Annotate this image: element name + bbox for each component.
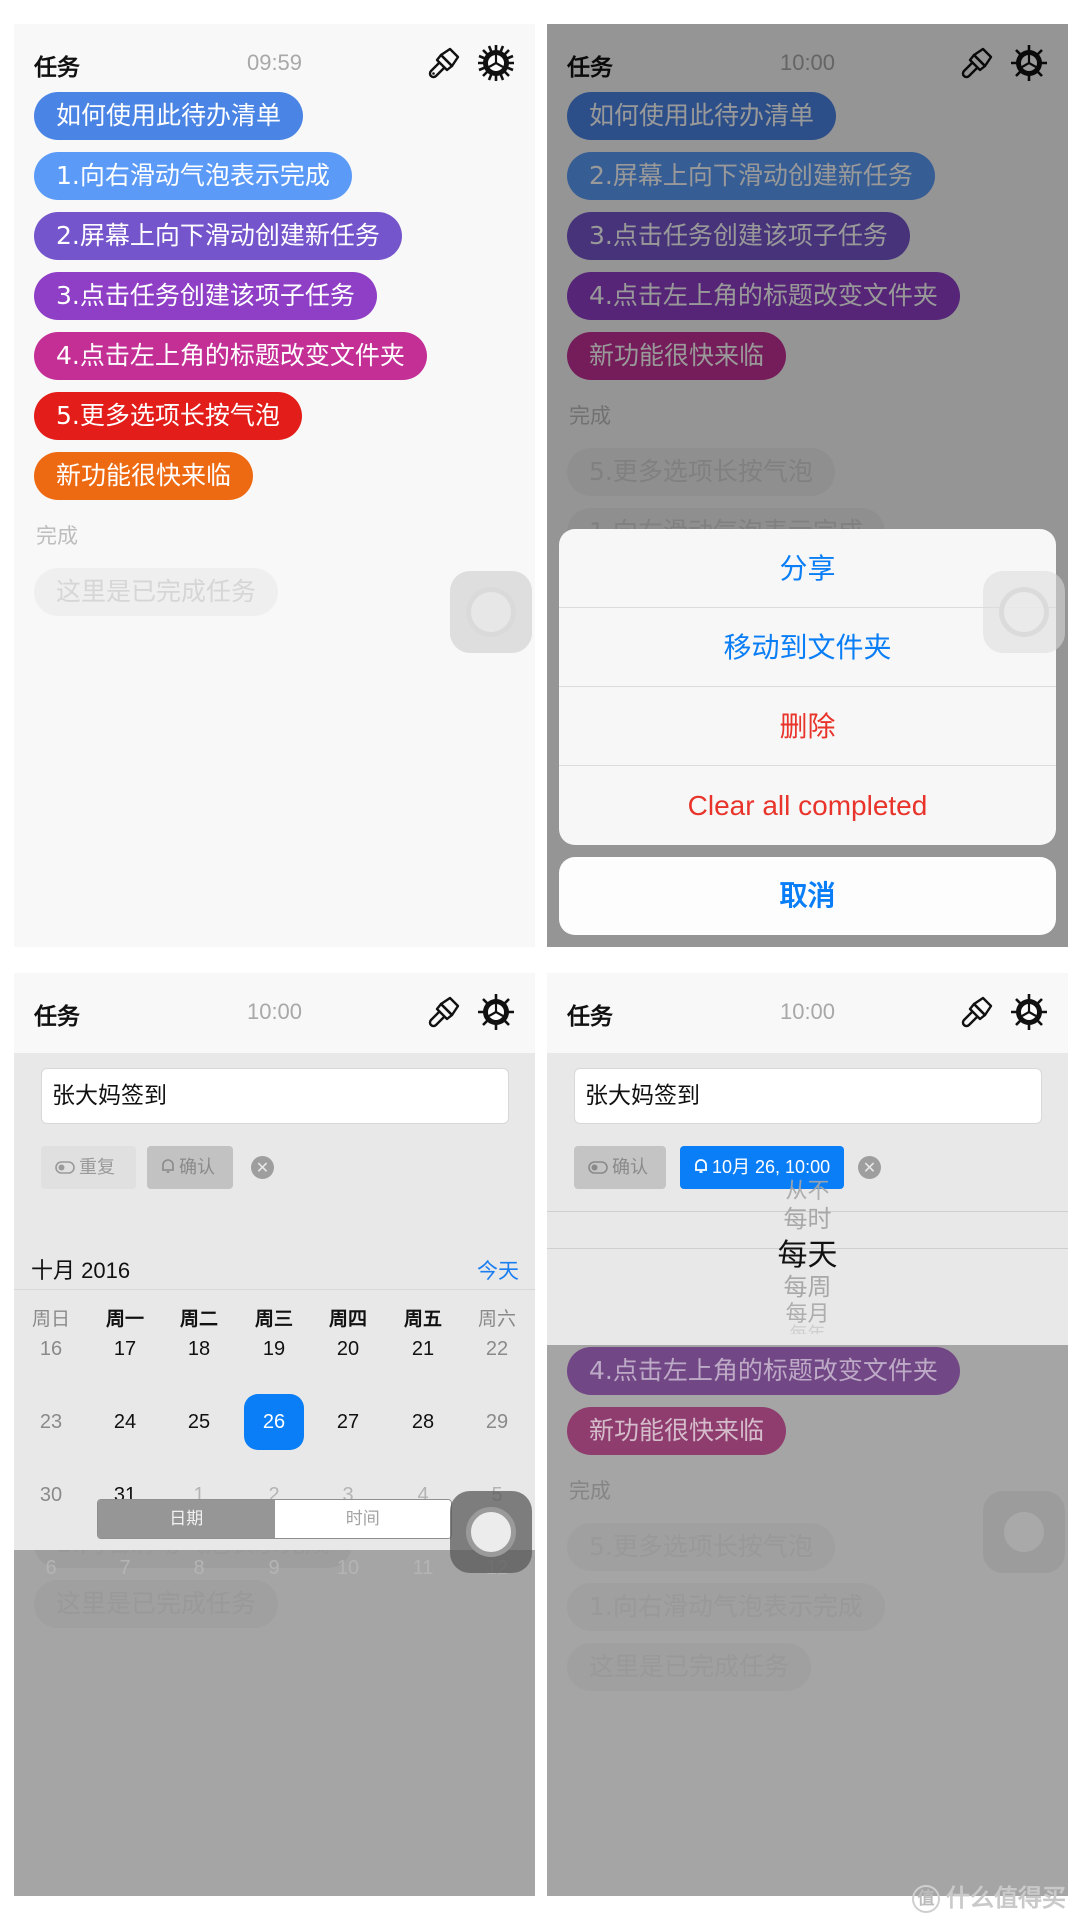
calendar-month-label: 十月 2016 — [31, 1258, 131, 1283]
calendar-day[interactable]: 11 — [393, 1540, 453, 1596]
done-task-bubble[interactable]: 这里是已完成任务 — [34, 568, 279, 616]
task-title-input[interactable]: 张大妈签到 — [41, 1068, 509, 1124]
calendar-day[interactable]: 18 — [169, 1321, 229, 1377]
app-header: 任务 10:00 — [547, 973, 1068, 1053]
calendar-day[interactable]: 20 — [318, 1321, 378, 1377]
task-bubble[interactable]: 新功能很快来临 — [34, 452, 254, 500]
paintbrush-icon[interactable] — [427, 995, 461, 1029]
app-header: 任务 10:00 — [14, 973, 535, 1053]
move-to-folder-action[interactable]: 移动到文件夹 — [559, 608, 1056, 687]
assistive-touch-button[interactable] — [983, 571, 1065, 653]
cancel-button[interactable]: 取消 — [559, 857, 1056, 935]
calendar-day[interactable]: 17 — [95, 1321, 155, 1377]
assistive-touch-icon — [999, 1507, 1049, 1557]
calendar-day-selected[interactable]: 26 — [244, 1394, 304, 1450]
calendar-day[interactable]: 30 — [21, 1467, 81, 1523]
gear-icon[interactable] — [1010, 993, 1048, 1031]
delete-action[interactable]: 删除 — [559, 687, 1056, 766]
repeat-chip[interactable]: 重复 — [41, 1146, 136, 1189]
calendar-day[interactable]: 19 — [244, 1321, 304, 1377]
task-title-input[interactable]: 张大妈签到 — [574, 1068, 1042, 1124]
calendar-day[interactable]: 24 — [95, 1394, 155, 1450]
clear-all-completed-action[interactable]: Clear all completed — [559, 766, 1056, 845]
calendar-day[interactable]: 16 — [21, 1321, 81, 1377]
paintbrush-icon[interactable] — [427, 46, 461, 80]
calendar-day[interactable]: 23 — [21, 1394, 81, 1450]
calendar-day[interactable]: 21 — [393, 1321, 453, 1377]
calendar-day[interactable]: 29 — [467, 1394, 527, 1450]
screen-repeat-picker: 任务 10:00 4.点击左上角的标题改变文件夹 新功能很快来临 完成 5.更多… — [547, 973, 1068, 1896]
toggle-icon — [55, 1147, 75, 1190]
action-sheet: 分享 移动到文件夹 删除 Clear all completed — [559, 529, 1056, 845]
task-editor: 张大妈签到 重复 确认 ✕ 十月 2016 今天 周日 周一 周二 周三 周四 周五 周六 … — [14, 1053, 535, 1579]
task-bubble[interactable]: 3.点击任务创建该项子任务 — [34, 272, 377, 320]
calendar-day[interactable]: 8 — [169, 1540, 229, 1596]
calendar-day[interactable]: 25 — [169, 1394, 229, 1450]
task-bubble[interactable]: 1.向右滑动气泡表示完成 — [34, 152, 352, 200]
watermark: 值什么值得买 — [912, 1878, 1066, 1913]
calendar-day[interactable]: 6 — [21, 1540, 81, 1596]
done-section-label: 完成 — [569, 1479, 611, 1503]
calendar-day[interactable]: 10 — [318, 1540, 378, 1596]
gear-icon[interactable] — [477, 993, 515, 1031]
paintbrush-icon[interactable] — [960, 995, 994, 1029]
segment-date[interactable]: 日期 — [98, 1500, 275, 1538]
assistive-touch-icon — [466, 1507, 516, 1557]
assistive-touch-icon — [999, 587, 1049, 637]
dimmed-list-background: 1.向右滑动气泡表示完成 这里是已完成任务 — [14, 1520, 535, 1896]
task-bubble[interactable]: 如何使用此待办清单 — [34, 92, 304, 140]
screen-task-list: 任务 09:59 如何使用此待办清单 1.向右滑动气泡表示完成 2.屏幕上向下滑… — [14, 24, 535, 947]
screen-date-picker: 任务 10:00 1.向右滑动气泡表示完成 这里是已完成任务 张大妈签到 重复 … — [14, 973, 535, 1896]
watermark-logo-icon: 值 — [912, 1885, 940, 1913]
reminder-chip-label: 确认 — [179, 1157, 215, 1178]
assistive-touch-icon — [466, 587, 516, 637]
today-button[interactable]: 今天 — [477, 1255, 519, 1285]
clear-reminder-button[interactable]: ✕ — [251, 1156, 274, 1179]
gear-icon[interactable] — [477, 44, 515, 82]
bell-icon — [161, 1147, 175, 1190]
done-task-bubble: 这里是已完成任务 — [567, 1643, 812, 1691]
done-task-bubble: 1.向右滑动气泡表示完成 — [567, 1583, 885, 1631]
assistive-touch-button[interactable] — [983, 1491, 1065, 1573]
date-time-segmented-control: 日期 时间 — [97, 1499, 452, 1539]
calendar-day[interactable]: 7 — [95, 1540, 155, 1596]
picker-option[interactable]: 每年 — [547, 1320, 1068, 1334]
reminder-chip[interactable]: 确认 — [147, 1146, 233, 1189]
calendar-day[interactable]: 22 — [467, 1321, 527, 1377]
task-bubble: 4.点击左上角的标题改变文件夹 — [567, 1347, 960, 1395]
done-section-label: 完成 — [36, 524, 78, 548]
calendar-day[interactable]: 28 — [393, 1394, 453, 1450]
calendar-day[interactable]: 27 — [318, 1394, 378, 1450]
task-bubble[interactable]: 4.点击左上角的标题改变文件夹 — [34, 332, 427, 380]
screen-action-sheet: 任务 10:00 如何使用此待办清单 2.屏幕上向下滑动创建新任务 3.点击任务… — [547, 24, 1068, 947]
segment-time[interactable]: 时间 — [274, 1500, 451, 1538]
task-bubble[interactable]: 2.屏幕上向下滑动创建新任务 — [34, 212, 402, 260]
task-bubble: 新功能很快来临 — [567, 1407, 787, 1455]
done-task-bubble: 5.更多选项长按气泡 — [567, 1523, 835, 1571]
calendar-divider — [14, 1289, 535, 1290]
task-bubble[interactable]: 5.更多选项长按气泡 — [34, 392, 302, 440]
watermark-text: 什么值得买 — [946, 1884, 1066, 1912]
assistive-touch-button[interactable] — [450, 571, 532, 653]
repeat-chip-label: 重复 — [79, 1157, 115, 1178]
task-editor: 张大妈签到 确认 10月 26, 10:00 ✕ 从不每时每天每周每月每年 — [547, 1053, 1068, 1345]
picker-option[interactable]: 每时 — [547, 1199, 1068, 1234]
assistive-touch-button[interactable] — [450, 1491, 532, 1573]
calendar-day[interactable]: 9 — [244, 1540, 304, 1596]
share-action[interactable]: 分享 — [559, 529, 1056, 608]
